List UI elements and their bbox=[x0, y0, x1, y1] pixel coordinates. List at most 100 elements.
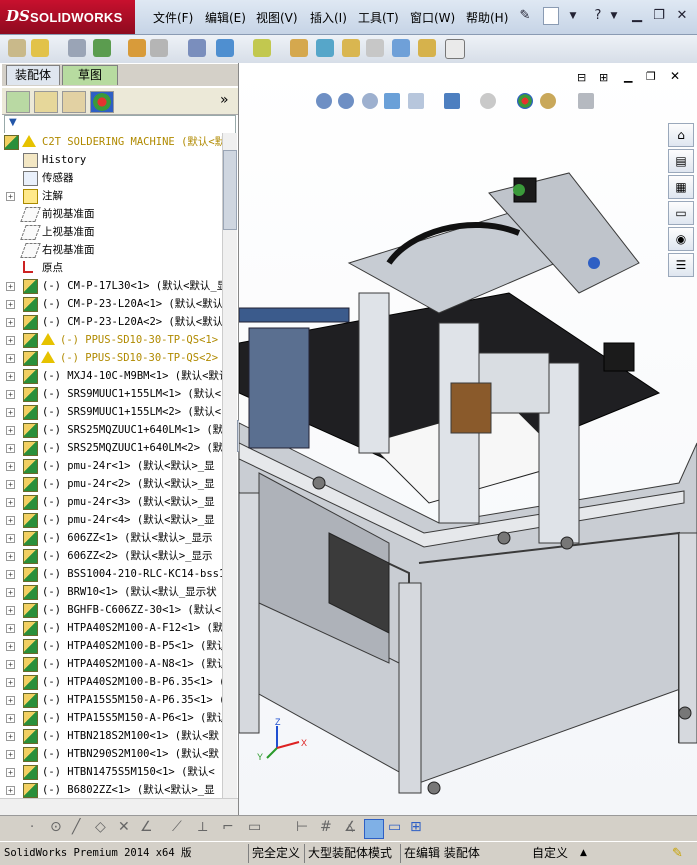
clearance-verification-icon[interactable] bbox=[418, 39, 436, 57]
expand-toggle-icon[interactable]: + bbox=[6, 372, 15, 381]
menu-window[interactable]: 窗口(W) bbox=[410, 9, 455, 26]
filter-bar[interactable]: ▼ bbox=[4, 115, 236, 134]
menu-view[interactable]: 视图(V) bbox=[256, 9, 298, 26]
feature-manager-tab-icon[interactable] bbox=[6, 91, 30, 113]
tree-item[interactable]: + (-) 606ZZ<2> (默认<默认>_显示 bbox=[0, 547, 222, 565]
previous-view-icon[interactable] bbox=[362, 93, 378, 109]
tree-item[interactable]: + 注解 bbox=[0, 187, 222, 205]
tree-item[interactable]: + (-) MXJ4-10C-M9BM<1> (默认<默认 bbox=[0, 367, 222, 385]
tree-item[interactable]: + (-) CM-P-23-L20A<1> (默认<默认 bbox=[0, 295, 222, 313]
filter-icon[interactable]: ▼ bbox=[9, 117, 17, 128]
tree-item[interactable]: + (-) SRS25MQZUUC1+640LM<1> (默 bbox=[0, 421, 222, 439]
move-component-icon[interactable] bbox=[150, 39, 168, 57]
expand-toggle-icon[interactable]: + bbox=[6, 606, 15, 615]
expand-toggle-icon[interactable]: + bbox=[6, 300, 15, 309]
expand-toggle-icon[interactable]: + bbox=[6, 534, 15, 543]
expand-toggle-icon[interactable]: + bbox=[6, 660, 15, 669]
menu-tools[interactable]: 工具(T) bbox=[358, 9, 399, 26]
expand-toggle-icon[interactable]: + bbox=[6, 732, 15, 741]
design-library-icon[interactable]: ▦ bbox=[668, 175, 694, 199]
tree-horizontal-scrollbar[interactable] bbox=[0, 798, 238, 815]
tree-item[interactable]: + (-) HTPA40S2M100-A-N8<1> (默认 bbox=[0, 655, 222, 673]
tree-scrollbar[interactable] bbox=[222, 133, 237, 798]
tree-item[interactable]: + (-) CM-P-17L30<1> (默认<默认_显 bbox=[0, 277, 222, 295]
view-orientation-icon[interactable] bbox=[408, 93, 424, 109]
instant3d-icon[interactable] bbox=[445, 39, 465, 59]
explode-line-icon[interactable] bbox=[366, 39, 384, 57]
angle-icon[interactable]: ∡ bbox=[344, 819, 357, 835]
expand-toggle-icon[interactable]: + bbox=[6, 192, 15, 201]
expand-toggle-icon[interactable]: + bbox=[6, 786, 15, 795]
appearances-icon[interactable]: ◉ bbox=[668, 227, 694, 251]
expand-toggle-icon[interactable]: + bbox=[6, 750, 15, 759]
display-manager-tab-icon[interactable] bbox=[90, 91, 114, 113]
doc-minimize-icon[interactable]: ▁ bbox=[624, 70, 632, 83]
trim-icon[interactable]: ✕ bbox=[118, 819, 130, 835]
minimize-icon[interactable]: ▁ bbox=[627, 7, 647, 25]
graphics-area[interactable]: Z X Y bbox=[239, 63, 697, 815]
tree-item[interactable]: + (-) SRS9MUUC1+155LM<2> (默认< bbox=[0, 403, 222, 421]
expand-toggle-icon[interactable]: + bbox=[6, 498, 15, 507]
property-manager-tab-icon[interactable] bbox=[34, 91, 58, 113]
tab-assembly[interactable]: 装配体 bbox=[6, 65, 60, 85]
resources-icon[interactable]: ▤ bbox=[668, 149, 694, 173]
expand-toggle-icon[interactable]: + bbox=[6, 642, 15, 651]
units-dropdown-icon[interactable]: ▲ bbox=[580, 845, 587, 862]
offset-icon[interactable]: ⟋ bbox=[172, 819, 182, 835]
tree-item[interactable]: 上视基准面 bbox=[0, 223, 222, 241]
tree-item[interactable]: + (-) CM-P-23-L20A<2> (默认<默认 bbox=[0, 313, 222, 331]
tree-item[interactable]: + (-) HTBN290S2M100<1> (默认<默 bbox=[0, 745, 222, 763]
tree-item[interactable]: + (-) SRS25MQZUUC1+640LM<2> (默 bbox=[0, 439, 222, 457]
show-hidden-icon[interactable] bbox=[188, 39, 206, 57]
grid-icon[interactable]: # bbox=[320, 819, 332, 835]
expand-toggle-icon[interactable]: + bbox=[6, 408, 15, 417]
apply-scene-icon[interactable] bbox=[540, 93, 556, 109]
tree-item[interactable]: + (-) pmu-24r<4> (默认<默认>_显 bbox=[0, 511, 222, 529]
menu-help[interactable]: 帮助(H) bbox=[466, 9, 508, 26]
tree-item[interactable]: + (-) HTPA15S5M150-A-P6.35<1> ( bbox=[0, 691, 222, 709]
new-document-icon[interactable] bbox=[543, 7, 559, 25]
tree-item[interactable]: + (-) 606ZZ<1> (默认<默认>_显示 bbox=[0, 529, 222, 547]
doc-restore-icon[interactable]: ❐ bbox=[646, 70, 656, 83]
expand-toggle-icon[interactable]: + bbox=[6, 678, 15, 687]
tree-scrollbar-thumb[interactable] bbox=[223, 150, 237, 230]
tree-item[interactable]: + (-) pmu-24r<2> (默认<默认>_显 bbox=[0, 475, 222, 493]
tree-item[interactable]: + (-) HTBN1475S5M150<1> (默认< bbox=[0, 763, 222, 781]
smart-fastener-icon[interactable] bbox=[128, 39, 146, 57]
expand-toggle-icon[interactable]: + bbox=[6, 480, 15, 489]
view-single-icon[interactable]: ▭ bbox=[388, 819, 401, 835]
tree-item[interactable]: + (-) PPUS-SD10-30-TP-QS<1> ( bbox=[0, 331, 222, 349]
menu-edit[interactable]: 编辑(E) bbox=[205, 9, 246, 26]
tree-item[interactable]: + (-) HTPA40S2M100-B-P6.35<1> ( bbox=[0, 673, 222, 691]
custom-properties-icon[interactable]: ☰ bbox=[668, 253, 694, 277]
expand-toggle-icon[interactable]: + bbox=[6, 696, 15, 705]
pin-icon[interactable]: ✎ bbox=[515, 7, 535, 25]
exploded-view-icon[interactable] bbox=[342, 39, 360, 57]
tree-item[interactable]: + (-) BSS1004-210-RLC-KC14-bss1 bbox=[0, 565, 222, 583]
expand-toggle-icon[interactable]: + bbox=[6, 516, 15, 525]
circle-icon[interactable]: ⊙ bbox=[50, 819, 62, 835]
assembly-features-icon[interactable] bbox=[216, 39, 234, 57]
expand-toggle-icon[interactable]: + bbox=[6, 552, 15, 561]
expand-toggle-icon[interactable]: + bbox=[6, 318, 15, 327]
interference-detection-icon[interactable] bbox=[392, 39, 410, 57]
expand-toggle-icon[interactable]: + bbox=[6, 714, 15, 723]
expand-toggle-icon[interactable]: + bbox=[6, 426, 15, 435]
mirror-icon[interactable]: ⟂ bbox=[198, 819, 207, 835]
expand-toggle-icon[interactable]: + bbox=[6, 462, 15, 471]
tree-item[interactable]: + (-) HTBN218S2M100<1> (默认<默 bbox=[0, 727, 222, 745]
new-dropdown-icon[interactable]: ▼ bbox=[563, 7, 583, 25]
home-icon[interactable]: ⌂ bbox=[668, 123, 694, 147]
menu-file[interactable]: 文件(F) bbox=[153, 9, 193, 26]
tab-sketch[interactable]: 草图 bbox=[62, 65, 118, 85]
insert-component-icon[interactable] bbox=[31, 39, 49, 57]
expand-toggle-icon[interactable]: + bbox=[6, 588, 15, 597]
expand-toggle-icon[interactable]: + bbox=[6, 768, 15, 777]
tree-item[interactable]: 传感器 bbox=[0, 169, 222, 187]
point-icon[interactable]: · bbox=[30, 820, 34, 835]
hide-show-items-icon[interactable] bbox=[480, 93, 496, 109]
tree-item[interactable]: History bbox=[0, 151, 222, 169]
expand-toggle-icon[interactable]: + bbox=[6, 336, 15, 345]
extend-icon[interactable]: ∠ bbox=[140, 819, 153, 835]
close-icon[interactable]: ✕ bbox=[672, 7, 692, 25]
